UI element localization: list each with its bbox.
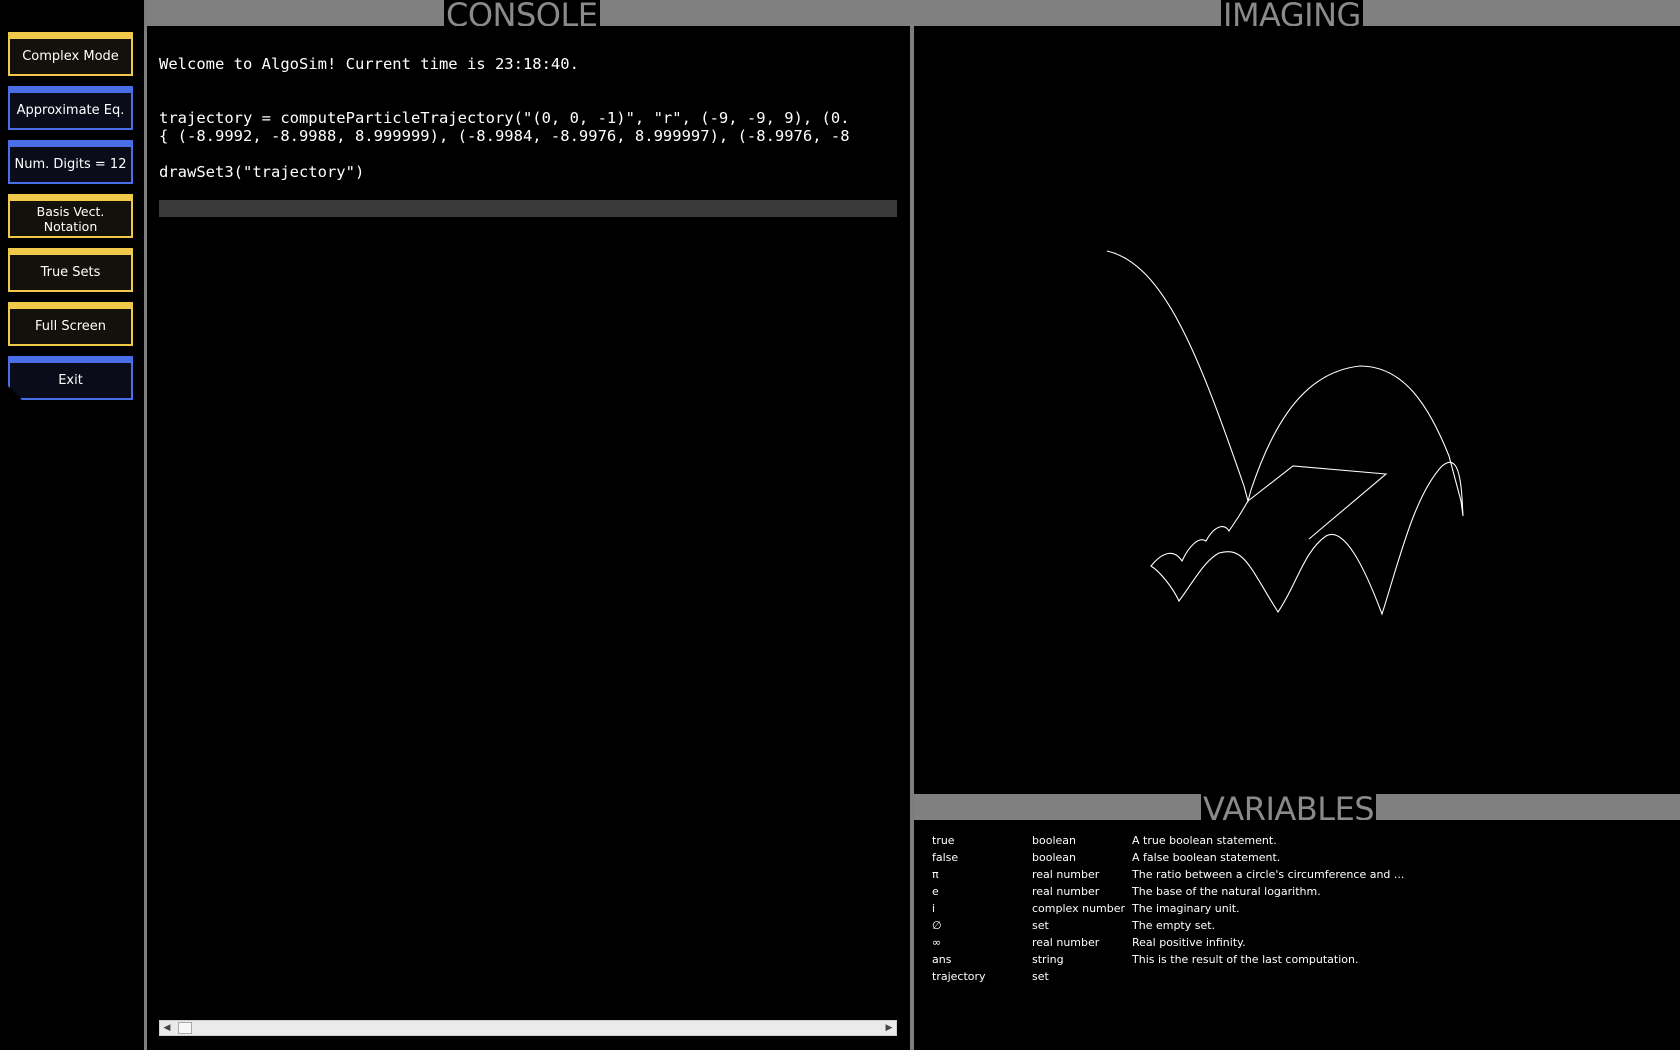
variable-description: A false boolean statement.	[1132, 851, 1281, 864]
sidebar: Complex Mode Approximate Eq. Num. Digits…	[0, 0, 144, 1050]
variable-type: boolean	[1032, 851, 1076, 864]
variable-type: string	[1032, 953, 1064, 966]
true-sets-button[interactable]: True Sets	[8, 248, 133, 292]
variable-name: trajectory	[932, 970, 986, 983]
console-command-line: trajectory = computeParticleTrajectory("…	[159, 109, 850, 127]
console-input[interactable]	[159, 200, 897, 217]
num-digits-button[interactable]: Num. Digits = 12	[8, 140, 133, 184]
variable-type: real number	[1032, 885, 1100, 898]
scroll-left-arrow-icon[interactable]: ◀	[162, 1023, 172, 1033]
variable-type: real number	[1032, 936, 1100, 949]
variable-name: π	[932, 868, 939, 881]
variable-description: The imaginary unit.	[1132, 902, 1240, 915]
variable-name: ∞	[932, 936, 942, 949]
variable-type: set	[1032, 970, 1049, 983]
variable-name: ans	[932, 953, 952, 966]
variable-type: boolean	[1032, 834, 1076, 847]
exit-button[interactable]: Exit	[8, 356, 133, 400]
console-panel[interactable]: Welcome to AlgoSim! Current time is 23:1…	[147, 26, 910, 1050]
console-titlebar: CONSOLE	[147, 0, 910, 26]
variable-type: real number	[1032, 868, 1100, 881]
variable-name: i	[932, 902, 936, 915]
basis-vect-notation-button[interactable]: Basis Vect. Notation	[8, 194, 133, 238]
variable-name: ∅	[932, 919, 942, 932]
console-title: CONSOLE	[444, 0, 600, 26]
variable-description: This is the result of the last computati…	[1132, 953, 1359, 966]
variable-description: Real positive infinity.	[1132, 936, 1246, 949]
variables-title: VARIABLES	[1201, 794, 1377, 820]
variable-type: set	[1032, 919, 1049, 932]
scroll-right-arrow-icon[interactable]: ▶	[884, 1023, 894, 1033]
console-horizontal-scrollbar[interactable]: ◀ ▶	[159, 1020, 897, 1036]
full-screen-button[interactable]: Full Screen	[8, 302, 133, 346]
variables-panel: true boolean A true boolean statement. f…	[914, 820, 1680, 1050]
scrollbar-thumb[interactable]	[178, 1022, 192, 1034]
complex-mode-button[interactable]: Complex Mode	[8, 32, 133, 76]
trajectory-plot	[1106, 250, 1464, 616]
imaging-titlebar: IMAGING	[910, 0, 1680, 26]
variable-description: A true boolean statement.	[1132, 834, 1277, 847]
variable-description: The base of the natural logarithm.	[1132, 885, 1321, 898]
console-output-line: { (-8.9992, -8.9988, 8.999999), (-8.9984…	[159, 127, 850, 145]
variable-description: The ratio between a circle's circumferen…	[1132, 868, 1405, 881]
variables-titlebar: VARIABLES	[914, 794, 1680, 820]
variable-name: true	[932, 834, 955, 847]
variable-name: e	[932, 885, 939, 898]
console-welcome-line: Welcome to AlgoSim! Current time is 23:1…	[159, 55, 579, 73]
trajectory-segment	[1247, 465, 1388, 540]
variable-type: complex number	[1032, 902, 1126, 915]
approximate-eq-button[interactable]: Approximate Eq.	[8, 86, 133, 130]
variable-description: The empty set.	[1132, 919, 1216, 932]
variable-name: false	[932, 851, 959, 864]
console-command-line: drawSet3("trajectory")	[159, 163, 365, 181]
imaging-panel[interactable]	[914, 26, 1680, 794]
imaging-title: IMAGING	[1221, 0, 1363, 26]
trajectory-path	[1106, 250, 1464, 616]
